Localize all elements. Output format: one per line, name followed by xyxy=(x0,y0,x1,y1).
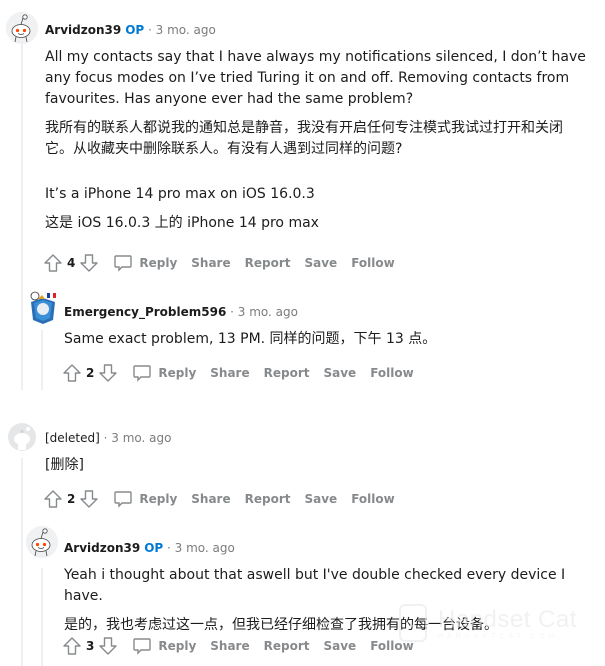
downvote-icon xyxy=(80,254,99,272)
comment-paragraph: 我所有的联系人都说我的通知总是静音，我没有开启任何专注模式我试过打开和关闭它。从… xyxy=(45,120,563,157)
save-button[interactable]: Save xyxy=(323,639,356,653)
save-button[interactable]: Save xyxy=(304,492,337,506)
comment-body: Same exact problem, 13 PM. 同样的问题，下午 13 点… xyxy=(64,329,589,350)
comment-bubble-icon xyxy=(133,365,152,382)
custom-avatar-icon xyxy=(30,291,56,324)
upvote-button[interactable] xyxy=(43,489,63,509)
comment-body: All my contacts say that I have always m… xyxy=(45,47,590,234)
comment-paragraph: It’s a iPhone 14 pro max on iOS 16.0.3 xyxy=(45,186,315,202)
vote-count: 2 xyxy=(86,366,95,380)
deleted-user-icon xyxy=(8,423,36,451)
timestamp[interactable]: · 3 mo. ago xyxy=(148,23,216,37)
comment-paragraph: 这是 iOS 16.0.3 上的 iPhone 14 pro max xyxy=(45,215,319,231)
share-button[interactable]: Share xyxy=(210,639,249,653)
comment-actions: 4 Reply Share Report Save Follow xyxy=(43,251,395,275)
author-link[interactable]: Emergency_Problem596 xyxy=(64,305,226,319)
report-button[interactable]: Report xyxy=(264,639,310,653)
reply-label: Reply xyxy=(158,366,197,380)
deleted-avatar xyxy=(8,423,36,451)
snoo-avatar[interactable] xyxy=(6,12,38,44)
snoo-icon xyxy=(26,526,58,558)
reply-label: Reply xyxy=(139,256,178,270)
report-button[interactable]: Report xyxy=(245,256,291,270)
reply-button[interactable]: Reply xyxy=(132,636,196,656)
thread-line-reply-1-inner[interactable] xyxy=(41,330,43,390)
thread-line-reply-2-inner[interactable] xyxy=(41,568,43,666)
downvote-button[interactable] xyxy=(79,253,99,273)
comment-meta: Arvidzon39 OP · 3 mo. ago xyxy=(45,22,216,38)
follow-button[interactable]: Follow xyxy=(351,492,395,506)
upvote-button[interactable] xyxy=(62,636,82,656)
thread-line-root-1[interactable] xyxy=(21,40,23,290)
share-button[interactable]: Share xyxy=(191,492,230,506)
follow-button[interactable]: Follow xyxy=(370,366,414,380)
watermark: Handset Cat HANDSETCAT.COM xyxy=(398,603,577,643)
watermark-subtitle: HANDSETCAT.COM xyxy=(438,632,559,640)
upvote-icon xyxy=(44,490,62,508)
watermark-text: Handset Cat HANDSETCAT.COM xyxy=(438,605,577,640)
snoo-avatar[interactable] xyxy=(26,526,58,558)
comment-meta: Emergency_Problem596 · 3 mo. ago xyxy=(64,304,298,320)
upvote-button[interactable] xyxy=(62,363,82,383)
comment-bubble-icon xyxy=(114,255,133,272)
timestamp[interactable]: · 3 mo. ago xyxy=(230,305,298,319)
watermark-title: Handset Cat xyxy=(438,605,577,633)
upvote-button[interactable] xyxy=(43,253,63,273)
author-deleted: [deleted] xyxy=(45,431,100,445)
comment-paragraph: Same exact problem, 13 PM. 同样的问题，下午 13 点… xyxy=(64,331,437,347)
thread-line-root-2[interactable] xyxy=(21,458,23,666)
thread-line-reply-1[interactable] xyxy=(21,290,23,390)
save-button[interactable]: Save xyxy=(323,366,356,380)
vote-count: 4 xyxy=(67,256,76,270)
comment-paragraph: [删除] xyxy=(45,457,84,473)
share-button[interactable]: Share xyxy=(210,366,249,380)
handset-cat-logo-icon xyxy=(399,604,427,642)
timestamp[interactable]: · 3 mo. ago xyxy=(104,431,172,445)
comment-bubble-icon xyxy=(114,491,133,508)
reply-button[interactable]: Reply xyxy=(132,363,196,383)
downvote-icon xyxy=(99,637,118,655)
comment-actions: 3 Reply Share Report Save Follow xyxy=(62,634,414,658)
op-badge: OP xyxy=(125,23,145,37)
reply-button[interactable]: Reply xyxy=(113,253,177,273)
share-button[interactable]: Share xyxy=(191,256,230,270)
downvote-icon xyxy=(99,364,118,382)
comment-meta: Arvidzon39 OP · 3 mo. ago xyxy=(64,540,235,556)
timestamp[interactable]: · 3 mo. ago xyxy=(167,541,235,555)
downvote-button[interactable] xyxy=(98,363,118,383)
follow-button[interactable]: Follow xyxy=(351,256,395,270)
save-button[interactable]: Save xyxy=(304,256,337,270)
upvote-icon xyxy=(63,637,81,655)
comment-paragraph: Yeah i thought about that aswell but I'v… xyxy=(64,567,566,604)
vote-count: 2 xyxy=(67,492,76,506)
reply-label: Reply xyxy=(139,492,178,506)
reply-label: Reply xyxy=(158,639,197,653)
reply-button[interactable]: Reply xyxy=(113,489,177,509)
report-button[interactable]: Report xyxy=(245,492,291,506)
downvote-button[interactable] xyxy=(98,636,118,656)
comment-actions: 2 Reply Share Report Save Follow xyxy=(62,361,414,385)
upvote-icon xyxy=(63,364,81,382)
custom-avatar[interactable] xyxy=(28,290,60,324)
comment-actions: 2 Reply Share Report Save Follow xyxy=(43,487,395,511)
author-link[interactable]: Arvidzon39 xyxy=(64,541,140,555)
comment-meta: [deleted] · 3 mo. ago xyxy=(45,430,171,446)
comment-body: [删除] xyxy=(45,455,590,476)
snoo-icon xyxy=(6,12,38,44)
report-button[interactable]: Report xyxy=(264,366,310,380)
author-link[interactable]: Arvidzon39 xyxy=(45,23,121,37)
downvote-icon xyxy=(80,490,99,508)
op-badge: OP xyxy=(144,541,164,555)
vote-count: 3 xyxy=(86,639,95,653)
downvote-button[interactable] xyxy=(79,489,99,509)
comment-bubble-icon xyxy=(133,638,152,655)
comment-paragraph: All my contacts say that I have always m… xyxy=(45,49,586,107)
upvote-icon xyxy=(44,254,62,272)
